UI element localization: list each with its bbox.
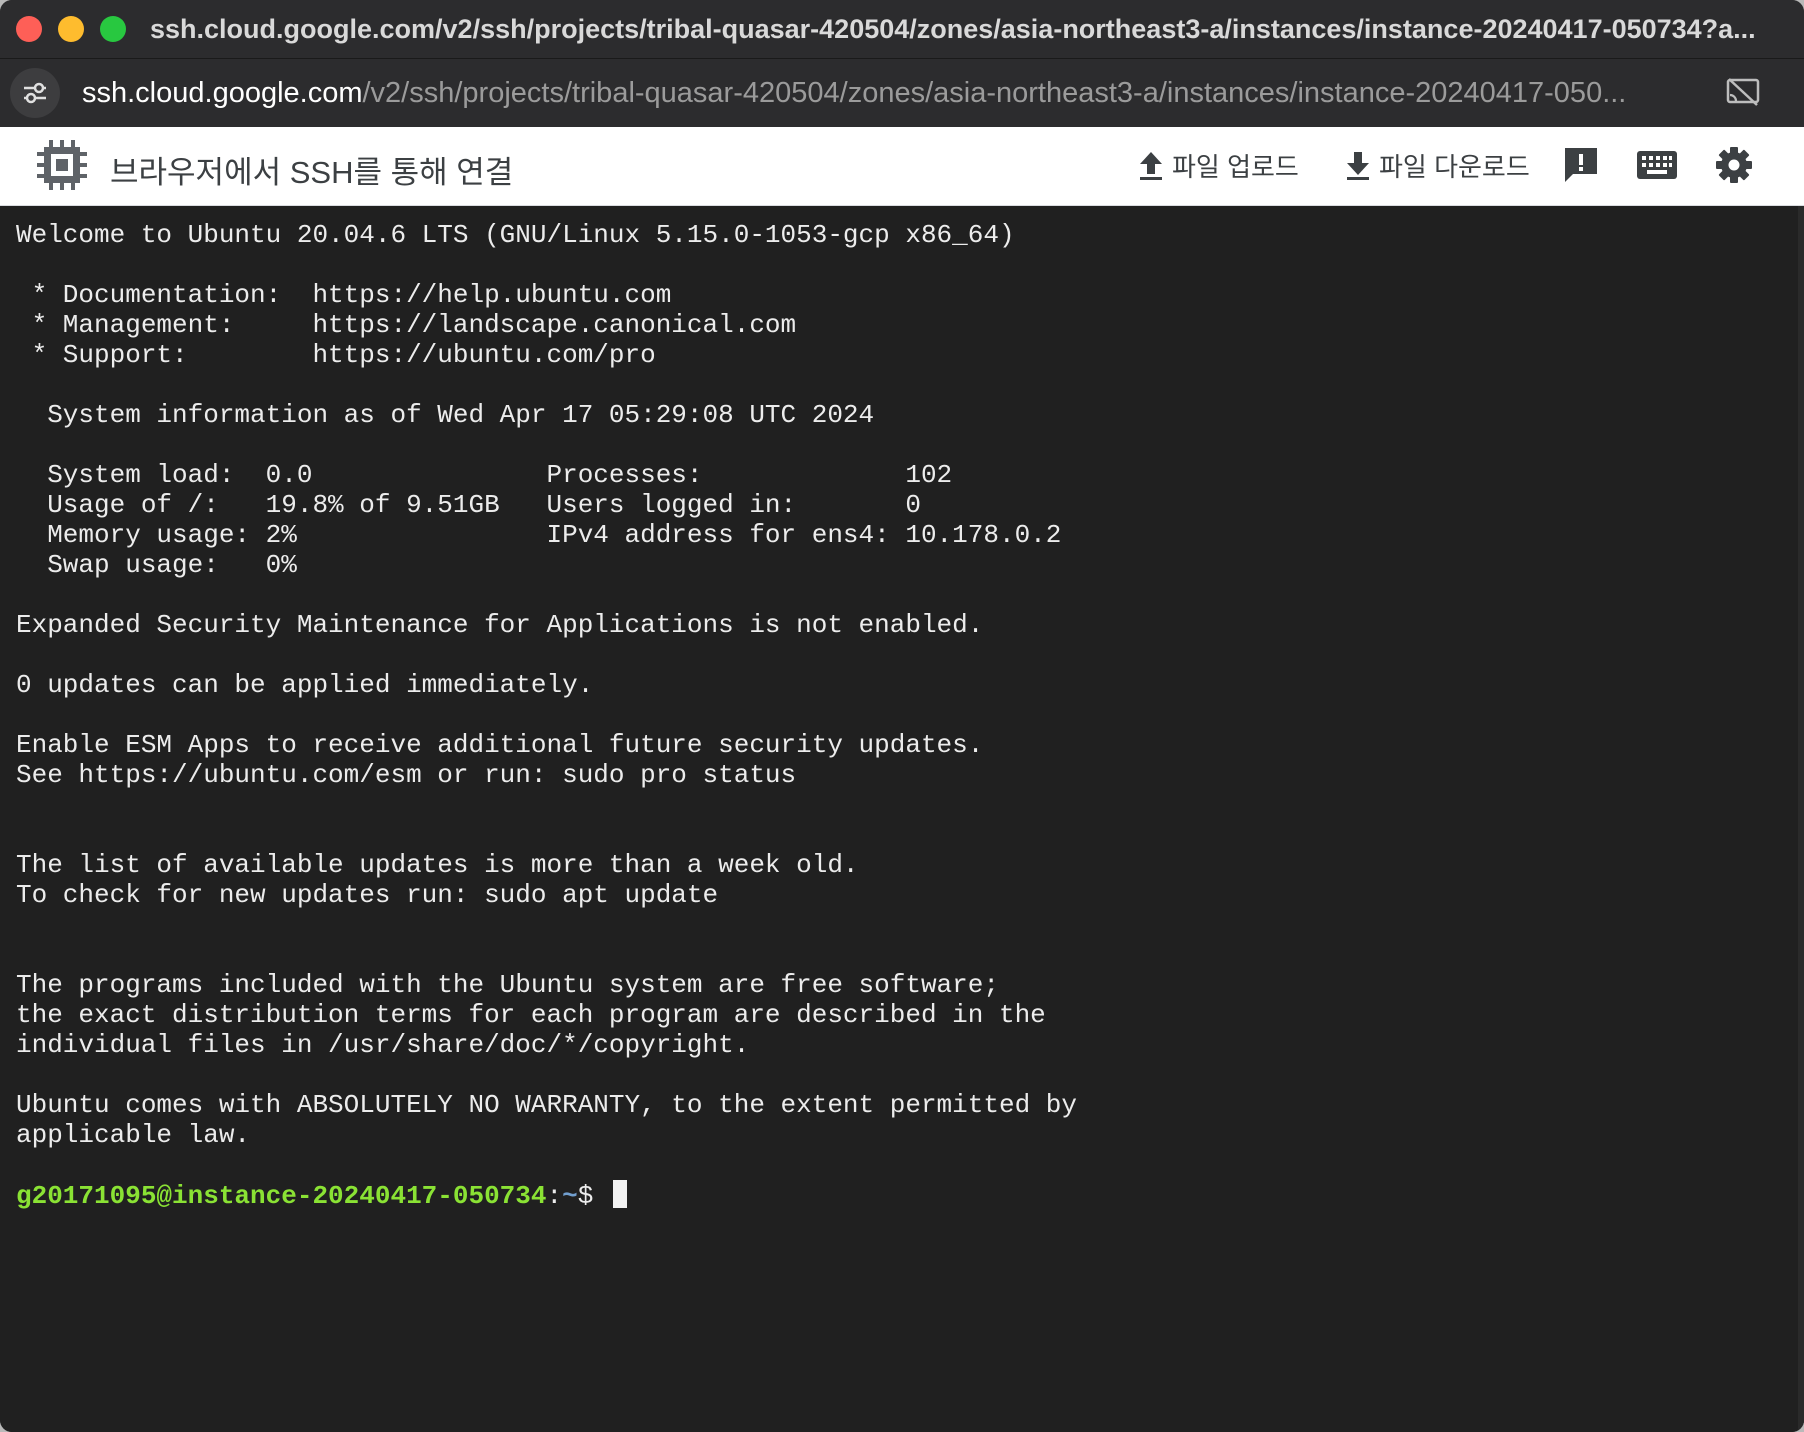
terminal-line: 0 updates can be applied immediately. xyxy=(16,670,594,700)
terminal-line: Memory usage: 2% IPv4 address for ens4: … xyxy=(16,520,1062,550)
terminal-output: Welcome to Ubuntu 20.04.6 LTS (GNU/Linux… xyxy=(16,220,1077,1211)
terminal-line: See https://ubuntu.com/esm or run: sudo … xyxy=(16,760,797,790)
zoom-window-button[interactable] xyxy=(100,16,126,42)
tune-icon xyxy=(24,82,46,104)
download-icon xyxy=(1347,151,1369,180)
terminal-line: Welcome to Ubuntu 20.04.6 LTS (GNU/Linux… xyxy=(16,220,1015,250)
terminal-line: System information as of Wed Apr 17 05:2… xyxy=(16,400,875,430)
prompt-symbol: $ xyxy=(577,1181,609,1211)
terminal-line: the exact distribution terms for each pr… xyxy=(16,1000,1046,1030)
url-field[interactable]: ssh.cloud.google.com/v2/ssh/projects/tri… xyxy=(82,77,1702,110)
title-bar: ssh.cloud.google.com/v2/ssh/projects/tri… xyxy=(0,0,1804,59)
prompt-separator: : xyxy=(546,1181,563,1211)
url-host: ssh.cloud.google.com xyxy=(82,76,363,109)
ssh-header: 브라우저에서 SSH를 통해 연결 파일 업로드 파일 다운로드 xyxy=(0,127,1804,206)
prompt-path: ~ xyxy=(562,1181,578,1211)
terminal-line: Swap usage: 0% xyxy=(16,550,297,580)
terminal-line: The programs included with the Ubuntu sy… xyxy=(16,970,999,1000)
page-title: 브라우저에서 SSH를 통해 연결 xyxy=(110,155,514,190)
traffic-lights xyxy=(16,16,126,42)
download-file-button[interactable]: 파일 다운로드 xyxy=(1343,147,1530,184)
address-bar: ssh.cloud.google.com/v2/ssh/projects/tri… xyxy=(0,59,1804,127)
terminal-line: The list of available updates is more th… xyxy=(16,850,859,880)
terminal-line: individual files in /usr/share/doc/*/cop… xyxy=(16,1030,750,1060)
terminal-line: * Documentation: https://help.ubuntu.com xyxy=(16,280,672,310)
url-path: /v2/ssh/projects/tribal-quasar-420504/zo… xyxy=(362,76,1627,109)
site-info-button[interactable] xyxy=(10,68,60,118)
terminal-scrollbar[interactable] xyxy=(1798,206,1804,1432)
upload-icon xyxy=(1140,151,1162,180)
terminal[interactable]: Welcome to Ubuntu 20.04.6 LTS (GNU/Linux… xyxy=(0,206,1804,1432)
terminal-line: Expanded Security Maintenance for Applic… xyxy=(16,610,984,640)
terminal-line: * Management: https://landscape.canonica… xyxy=(16,310,797,340)
terminal-line: Enable ESM Apps to receive additional fu… xyxy=(16,730,984,760)
prompt-user-host: g20171095@instance-20240417-050734 xyxy=(16,1181,547,1211)
upload-label: 파일 업로드 xyxy=(1172,152,1299,182)
chip-icon xyxy=(37,140,87,190)
terminal-line: * Support: https://ubuntu.com/pro xyxy=(16,340,656,370)
terminal-line: To check for new updates run: sudo apt u… xyxy=(16,880,719,910)
keyboard-icon[interactable] xyxy=(1636,145,1678,185)
terminal-line: Ubuntu comes with ABSOLUTELY NO WARRANTY… xyxy=(16,1090,1077,1120)
cast-off-icon[interactable] xyxy=(1726,77,1760,107)
terminal-cursor xyxy=(612,1180,627,1208)
terminal-line: System load: 0.0 Processes: 102 xyxy=(16,460,953,490)
upload-file-button[interactable]: 파일 업로드 xyxy=(1136,147,1299,184)
minimize-window-button[interactable] xyxy=(58,16,84,42)
command-prompt[interactable]: g20171095@instance-20240417-050734:~$ xyxy=(16,1180,1077,1211)
feedback-icon[interactable] xyxy=(1562,145,1600,185)
window-title: ssh.cloud.google.com/v2/ssh/projects/tri… xyxy=(150,13,1756,44)
browser-window: ssh.cloud.google.com/v2/ssh/projects/tri… xyxy=(0,0,1804,1432)
download-label: 파일 다운로드 xyxy=(1379,152,1530,182)
close-window-button[interactable] xyxy=(16,16,42,42)
terminal-line: Usage of /: 19.8% of 9.51GB Users logged… xyxy=(16,490,921,520)
terminal-line: applicable law. xyxy=(16,1120,251,1150)
gear-icon[interactable] xyxy=(1714,145,1754,185)
